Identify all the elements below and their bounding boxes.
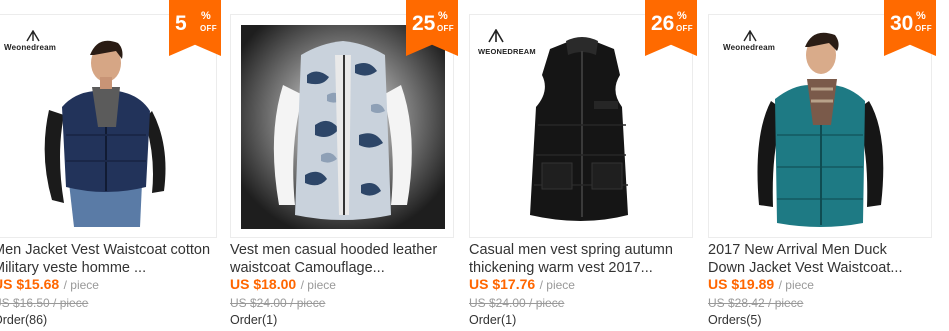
discount-off-label: OFF <box>676 24 693 33</box>
price-row-2: US $18.00 / piece <box>230 276 336 294</box>
order-count-2: Order(1) <box>230 313 278 327</box>
price-unit: / piece <box>63 278 99 292</box>
original-price-2: US $24.00 / piece <box>230 296 326 310</box>
discount-percent: % <box>201 10 211 22</box>
product-title-3[interactable]: Casual men vest spring autumn thickening… <box>469 241 693 277</box>
order-count-3: Order(1) <box>469 313 517 327</box>
price: US $18.00 <box>230 276 297 292</box>
title-line: Vest men casual hooded leather <box>230 242 438 258</box>
discount-off-label: OFF <box>915 24 932 33</box>
brand-name: Weonedream <box>723 43 776 52</box>
brand-name: WEONEDREAM <box>478 47 536 56</box>
discount-off-label: OFF <box>200 24 217 33</box>
brand-logo-icon <box>488 28 504 43</box>
title-line: thickening warm vest 2017... <box>469 260 653 276</box>
price-unit: / piece <box>778 278 814 292</box>
product-title-4[interactable]: 2017 New Arrival Men Duck Down Jacket Ve… <box>708 241 932 277</box>
original-price-1: US $16.50 / piece <box>0 296 89 310</box>
brand-logo-icon <box>26 29 40 42</box>
price: US $15.68 <box>0 276 60 292</box>
original-price-3: US $24.00 / piece <box>469 296 565 310</box>
discount-value: 25 <box>412 12 436 35</box>
product-title-1[interactable]: Men Jacket Vest Waistcoat cotton Militar… <box>0 241 217 277</box>
product-card-1[interactable]: Weonedream 5 % OFF Men Jacket Vest Waist… <box>0 0 221 331</box>
discount-value: 30 <box>890 12 914 35</box>
product-strip: Weonedream 5 % OFF Men Jacket Vest Waist… <box>0 0 949 331</box>
product-card-3[interactable]: WEONEDREAM 26 % OFF Casual men vest spri… <box>469 0 697 331</box>
title-line: 2017 New Arrival Men Duck <box>708 242 887 258</box>
price-row-1: US $15.68 / piece <box>0 276 99 294</box>
product-card-2[interactable]: 25 % OFF Vest men casual hooded leather … <box>230 0 458 331</box>
order-count-1: Order(86) <box>0 313 48 327</box>
price: US $17.76 <box>469 276 536 292</box>
title-line: waistcoat Camouflage... <box>230 260 385 276</box>
price-row-4: US $19.89 / piece <box>708 276 814 294</box>
title-line: Military veste homme ... <box>0 260 147 276</box>
title-line: Down Jacket Vest Waistcoat... <box>708 260 903 276</box>
original-price-4: US $28.42 / piece <box>708 296 804 310</box>
product-title-2[interactable]: Vest men casual hooded leather waistcoat… <box>230 241 454 277</box>
discount-percent: % <box>677 10 687 22</box>
price: US $19.89 <box>708 276 775 292</box>
brand-name: Weonedream <box>4 43 57 52</box>
discount-off-label: OFF <box>437 24 454 33</box>
brand-logo-icon <box>743 29 757 42</box>
price-unit: / piece <box>300 278 336 292</box>
title-line: Men Jacket Vest Waistcoat cotton <box>0 242 211 258</box>
order-count-4: Orders(5) <box>708 313 762 327</box>
product-card-4[interactable]: Weonedream 30 % OFF 2017 New Arrival Men… <box>708 0 936 331</box>
discount-value: 5 <box>175 12 187 35</box>
discount-percent: % <box>916 10 926 22</box>
price-row-3: US $17.76 / piece <box>469 276 575 294</box>
price-unit: / piece <box>539 278 575 292</box>
title-line: Casual men vest spring autumn <box>469 242 673 258</box>
discount-percent: % <box>438 10 448 22</box>
discount-value: 26 <box>651 12 675 35</box>
